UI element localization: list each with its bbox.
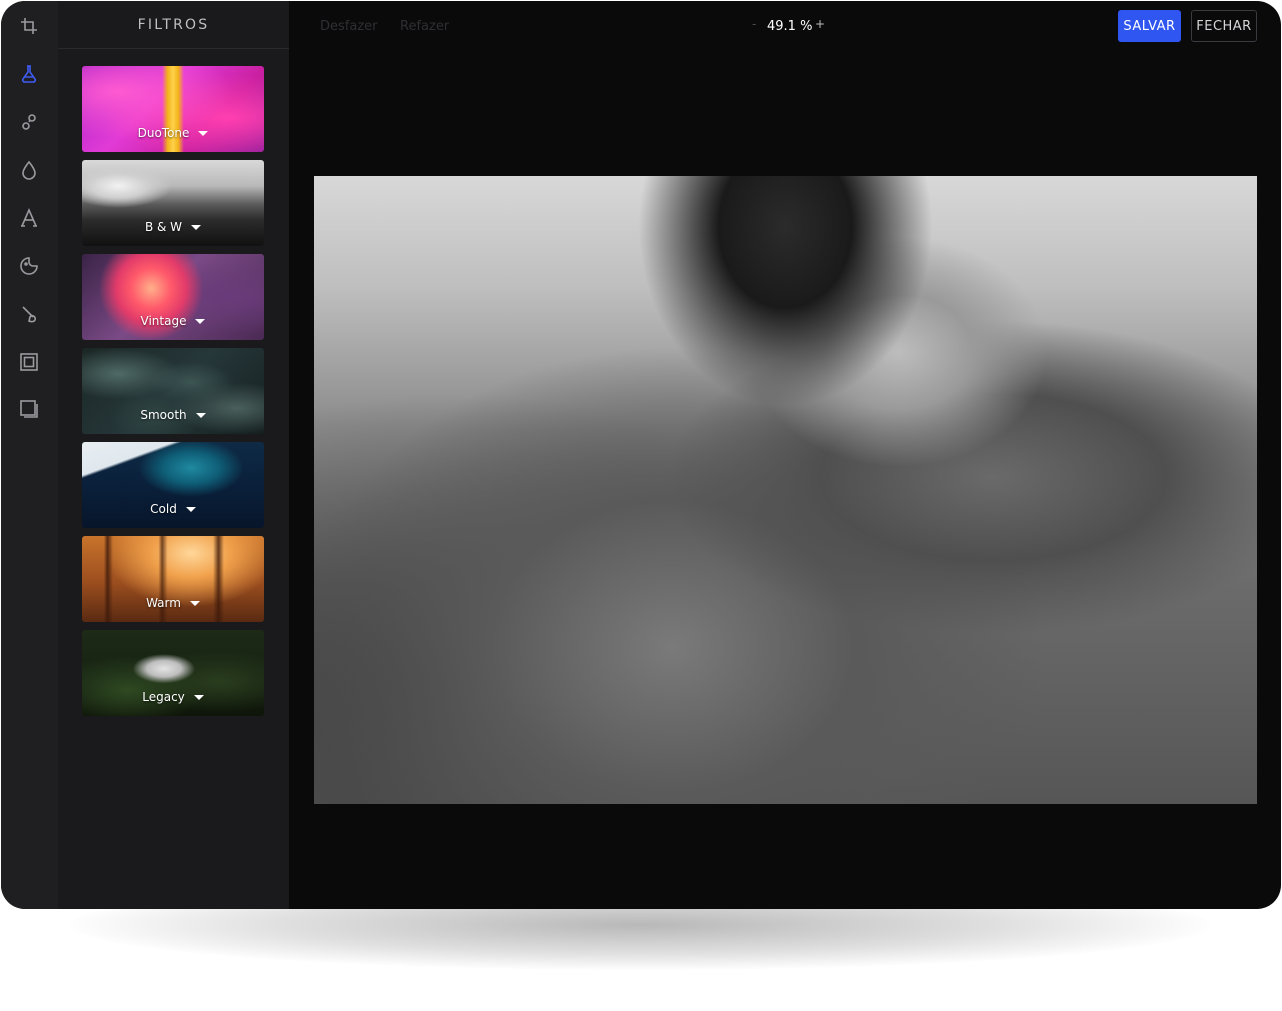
drop-icon [22,160,36,180]
panel-title: FILTROS [58,1,289,49]
overlay-tool-button[interactable] [14,394,44,424]
sticker-tool-button[interactable] [14,251,44,281]
editor-window: FILTROS DuoTone B & W Vintage Smooth Col… [1,1,1281,909]
zoom-in-button[interactable]: + [815,17,825,31]
brush-tool-button[interactable] [14,299,44,329]
focus-tool-button[interactable] [14,155,44,185]
filter-label: Cold [150,502,177,516]
zoom-level: 49.1 % [767,19,813,34]
canvas-photo[interactable] [314,176,1257,804]
adjust-icon [22,114,36,130]
filter-vintage[interactable]: Vintage [82,254,264,340]
filter-smooth[interactable]: Smooth [82,348,264,434]
crop-tool-button[interactable] [14,11,44,41]
filter-label: Warm [146,596,181,610]
caret-down-icon[interactable] [195,412,206,418]
filter-label: B & W [144,220,183,234]
frame-tool-button[interactable] [14,347,44,377]
caret-down-icon[interactable] [191,224,202,230]
filter-warm[interactable]: Warm [82,536,264,622]
undo-button[interactable]: Desfazer [320,19,378,34]
filter-cold[interactable]: Cold [82,442,264,528]
filter-label: DuoTone [137,126,190,140]
filter-tool-button[interactable] [14,59,44,89]
tool-rail [1,1,58,909]
caret-down-icon[interactable] [189,600,200,606]
zoom-out-button[interactable]: - [752,17,756,31]
overlay-icon [20,400,38,418]
filter-label: Legacy [142,690,185,704]
flask-icon [21,65,37,83]
caret-down-icon[interactable] [193,694,204,700]
sticker-icon [20,257,38,275]
adjust-tool-button[interactable] [14,107,44,137]
brush-icon [22,306,36,323]
save-button[interactable]: SALVAR [1118,10,1181,42]
filter-label: Smooth [140,408,187,422]
crop-icon [21,18,37,34]
filter-label: Vintage [140,314,187,328]
filter-legacy[interactable]: Legacy [82,630,264,716]
text-tool-button[interactable] [14,203,44,233]
frame-icon [20,353,38,371]
filter-duotone[interactable]: DuoTone [82,66,264,152]
text-icon [21,208,37,227]
caret-down-icon[interactable] [195,318,206,324]
caret-down-icon[interactable] [198,130,209,136]
close-button[interactable]: FECHAR [1191,10,1257,42]
caret-down-icon[interactable] [185,506,196,512]
filters-panel: FILTROS DuoTone B & W Vintage Smooth Col… [58,1,289,909]
filter-bw[interactable]: B & W [82,160,264,246]
redo-button[interactable]: Refazer [400,19,449,34]
